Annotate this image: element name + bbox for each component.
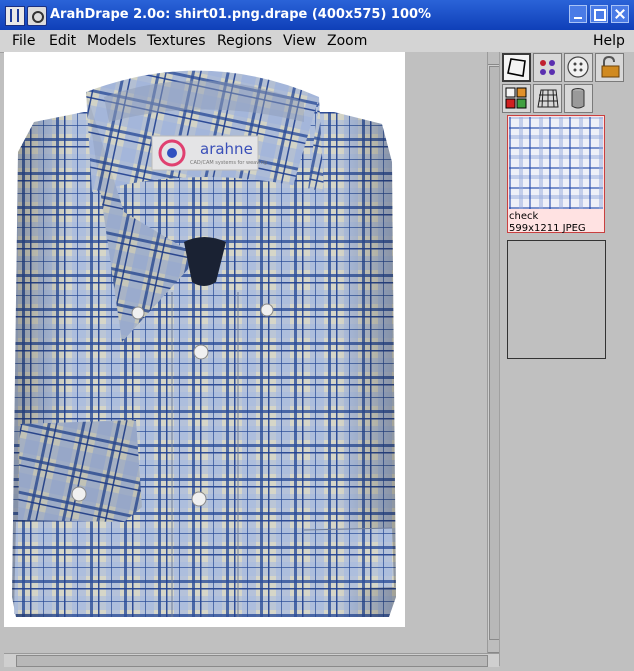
drape-image[interactable]: arahne CAD/CAM systems for weaving (4, 52, 405, 627)
brand-logo-text: arahne (200, 140, 253, 158)
points-icon[interactable] (533, 53, 562, 82)
cylinder-icon[interactable] (564, 84, 593, 113)
texture-name: check (509, 211, 539, 222)
menu-zoom[interactable]: Zoom (327, 30, 367, 52)
close-icon[interactable] (611, 5, 629, 23)
shirt-image (12, 70, 396, 617)
menu-help[interactable]: Help (593, 30, 625, 52)
button-icon[interactable] (564, 53, 593, 82)
brand-logo-subtext: CAD/CAM systems for weaving (190, 160, 267, 166)
menu-textures[interactable]: Textures (147, 30, 206, 52)
menu-models[interactable]: Models (87, 30, 136, 52)
title-bar[interactable]: ArahDrape 2.0o: shirt01.png.drape (400x5… (0, 0, 634, 30)
horizontal-scrollbar[interactable] (4, 653, 499, 667)
masks-icon[interactable] (502, 84, 531, 113)
menu-edit[interactable]: Edit (49, 30, 76, 52)
grid-icon[interactable] (533, 84, 562, 113)
select-region-icon[interactable] (502, 53, 531, 82)
window-title: ArahDrape 2.0o: shirt01.png.drape (400x5… (50, 7, 432, 22)
minimize-icon[interactable] (569, 5, 587, 23)
lock-icon[interactable] (595, 53, 624, 82)
horizontal-scroll-thumb[interactable] (16, 655, 488, 667)
side-panel: check 599x1211 JPEG (499, 52, 634, 666)
menu-bar: File Edit Models Textures Regions View Z… (0, 30, 634, 53)
menu-file[interactable]: File (12, 30, 35, 52)
menu-view[interactable]: View (283, 30, 316, 52)
texture-item-empty[interactable] (507, 240, 606, 359)
texture-info: 599x1211 JPEG (509, 223, 586, 234)
texture-item-check[interactable]: check 599x1211 JPEG (507, 115, 605, 234)
maximize-icon[interactable] (590, 5, 608, 23)
menu-regions[interactable]: Regions (217, 30, 272, 52)
arahdrape-app-icon (5, 6, 25, 26)
texture-thumbnail (509, 117, 603, 209)
window-menu-icon[interactable] (27, 6, 47, 26)
